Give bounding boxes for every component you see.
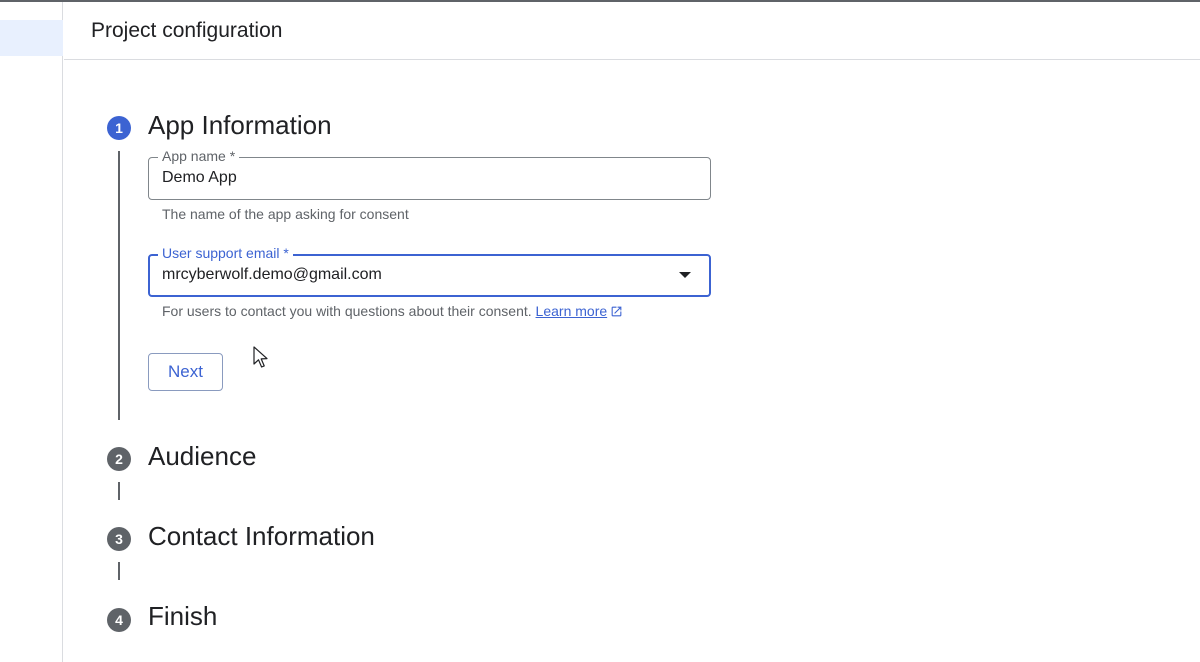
chevron-down-icon[interactable] [679, 272, 691, 278]
app-name-value[interactable]: Demo App [162, 169, 237, 187]
step-3-title: Contact Information [148, 521, 375, 551]
left-nav-rail [0, 2, 63, 662]
app-name-helper: The name of the app asking for consent [162, 206, 409, 222]
support-email-helper: For users to contact you with questions … [162, 303, 623, 319]
app-name-label: App name * [158, 148, 240, 164]
step-4-number: 4 [107, 608, 131, 632]
mouse-cursor-icon [253, 346, 268, 368]
step-3-number: 3 [107, 527, 131, 551]
support-email-helper-text: For users to contact you with questions … [162, 303, 532, 319]
external-link-icon[interactable] [610, 305, 623, 318]
support-email-label: User support email * [158, 245, 293, 261]
step-1-number: 1 [107, 116, 131, 140]
app-name-field[interactable]: App name * Demo App [148, 148, 711, 200]
page-title: Project configuration [91, 19, 283, 42]
learn-more-link[interactable]: Learn more [536, 303, 608, 319]
step-2-number: 2 [107, 447, 131, 471]
support-email-select[interactable]: User support email * mrcyberwolf.demo@gm… [148, 245, 711, 297]
support-email-value[interactable]: mrcyberwolf.demo@gmail.com [162, 266, 382, 284]
left-nav-active-item[interactable] [0, 20, 63, 56]
step-2-connector [118, 482, 120, 500]
step-4-title: Finish [148, 601, 218, 631]
page-header: Project configuration [64, 2, 1200, 60]
step-3-connector [118, 562, 120, 580]
step-2-title: Audience [148, 441, 257, 471]
step-1-title: App Information [148, 110, 332, 140]
step-1-connector [118, 151, 120, 420]
next-button[interactable]: Next [148, 353, 223, 391]
